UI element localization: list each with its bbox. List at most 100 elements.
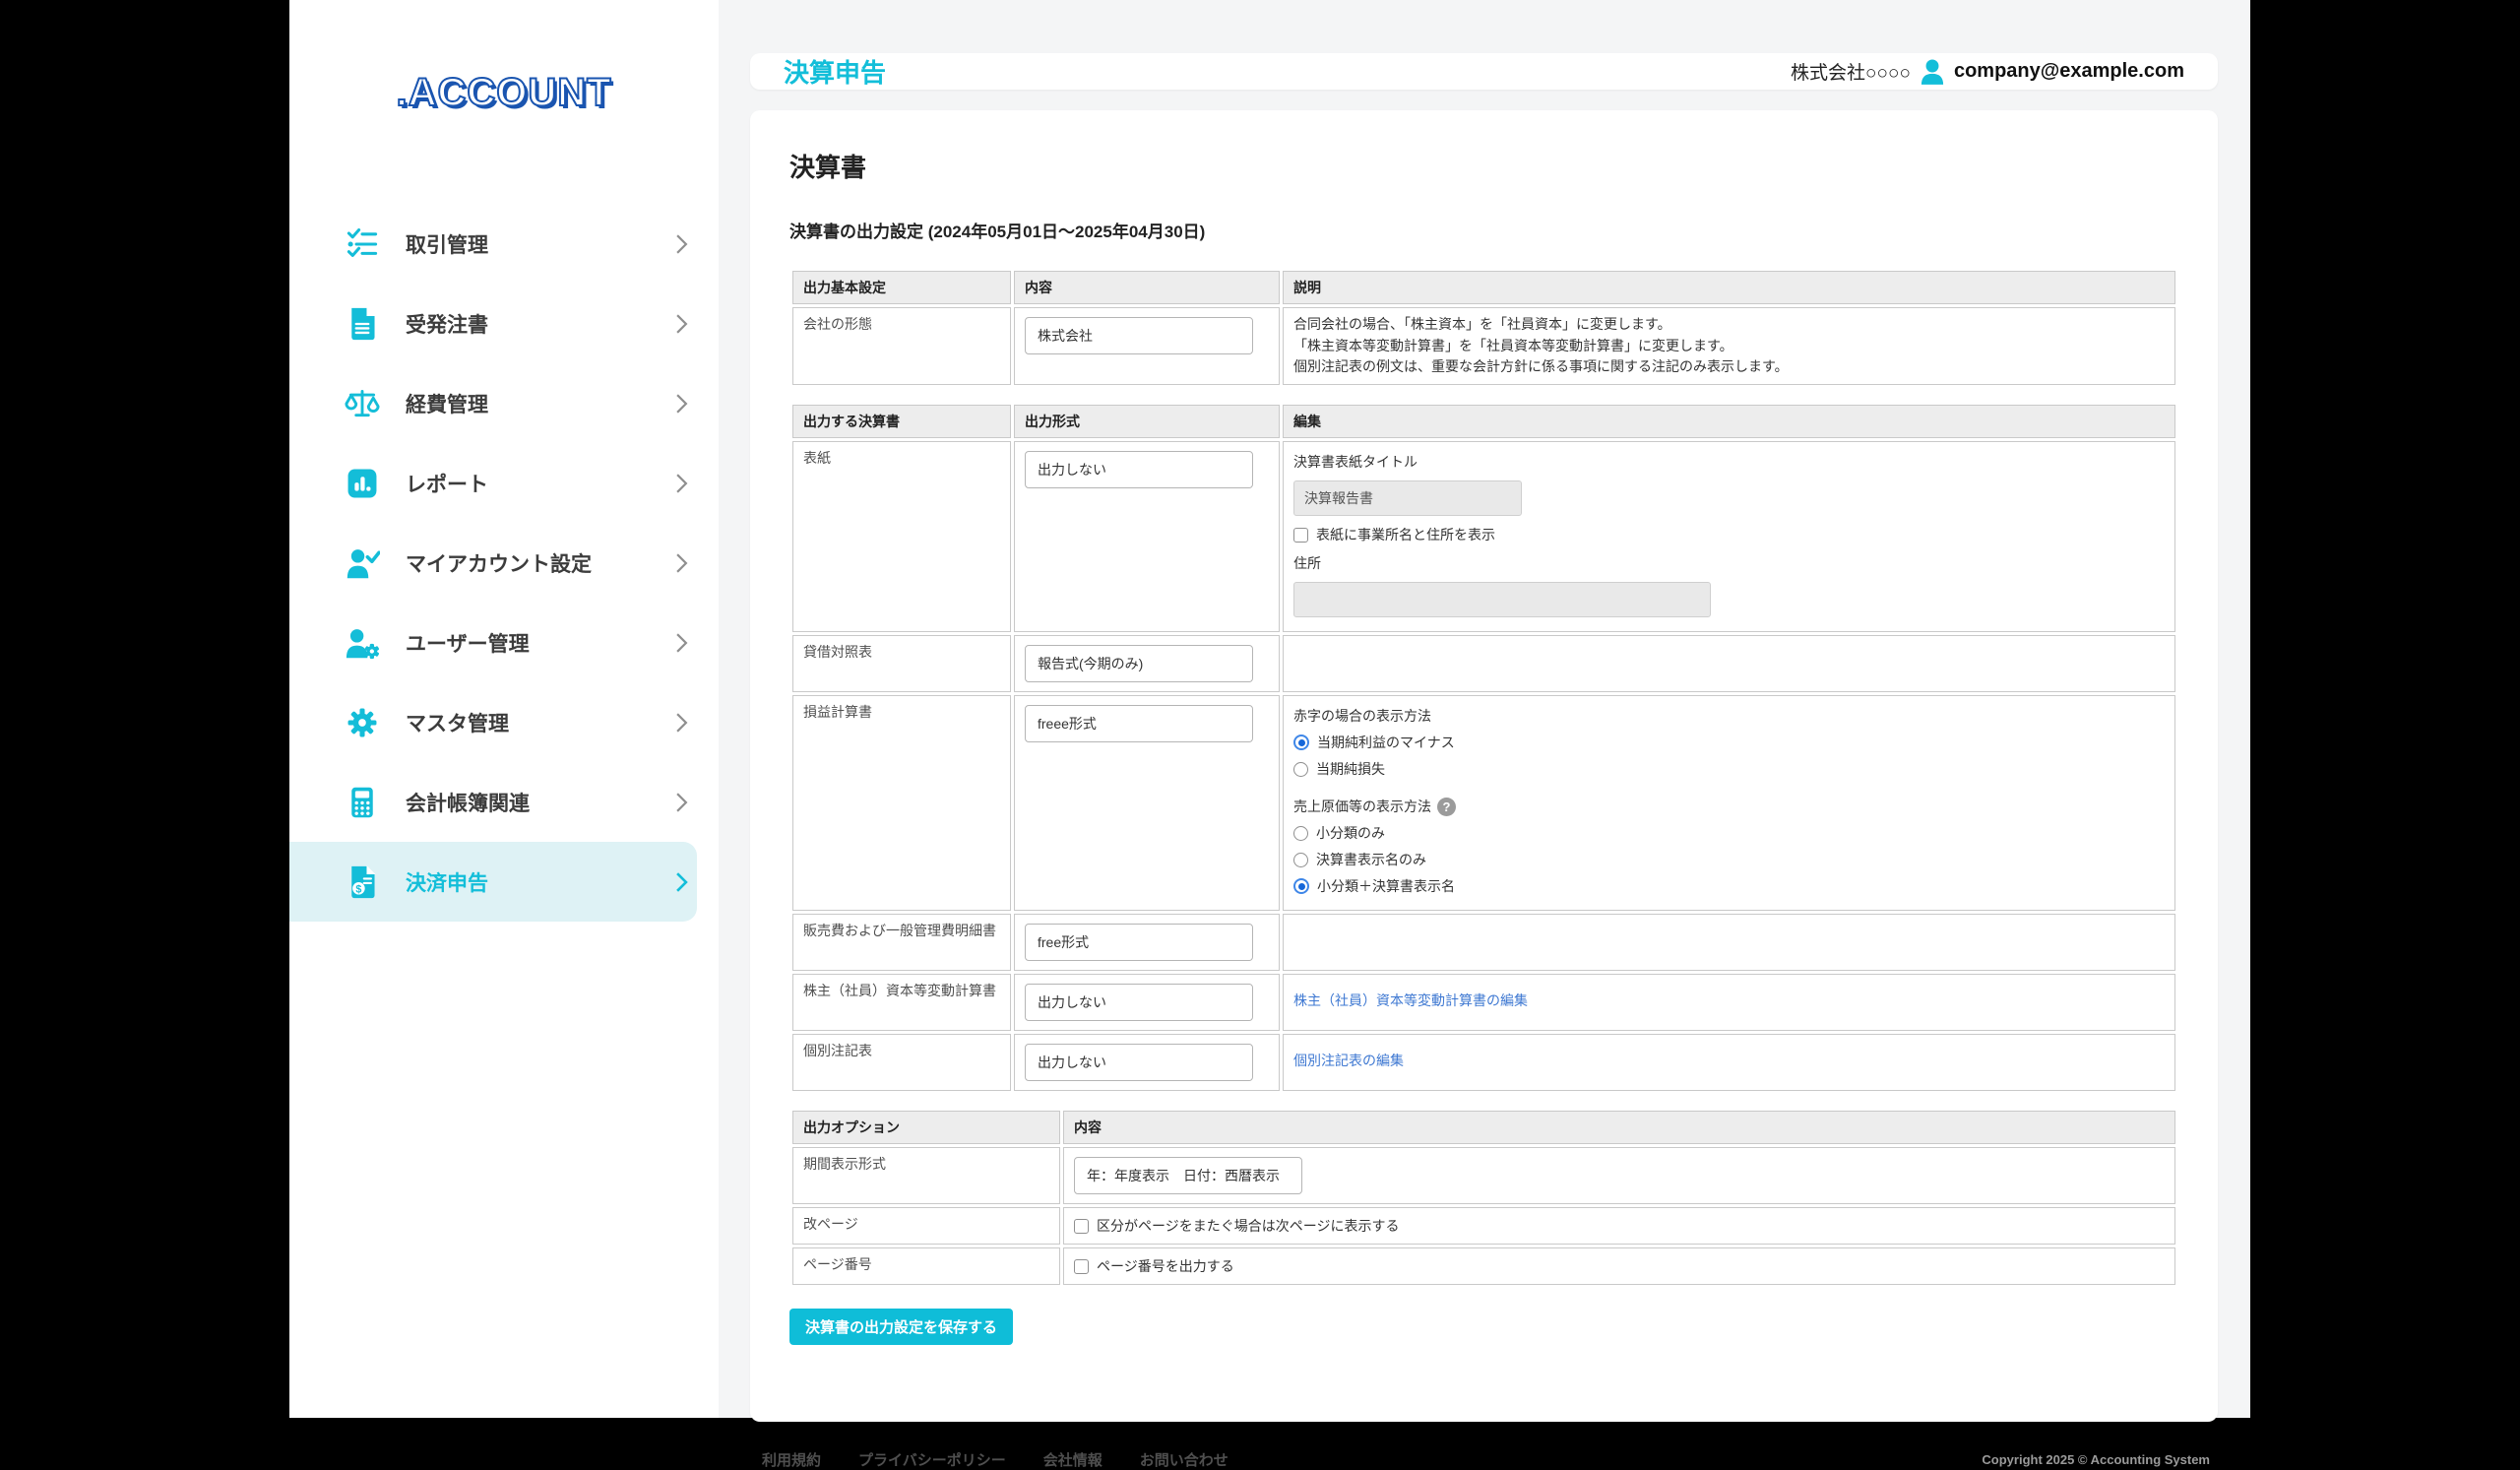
column-header: 編集: [1283, 405, 2175, 438]
table-row-cover: 表紙 出力しない 決算書表紙タイトル 表紙に事業所名と住所を表示: [792, 441, 2175, 632]
row-label: 期間表示形式: [792, 1147, 1060, 1204]
cover-address-input: [1293, 582, 1711, 617]
equity-edit-link[interactable]: 株主（社員）資本等変動計算書の編集: [1293, 992, 1528, 1008]
table-row-page-number: ページ番号 ページ番号を出力する: [792, 1247, 2175, 1285]
row-label: 表紙: [792, 441, 1011, 632]
cover-title-label: 決算書表紙タイトル: [1293, 452, 2165, 472]
sga-format-select[interactable]: free形式: [1025, 924, 1253, 961]
sidebar-item-expenses[interactable]: 経費管理: [289, 363, 719, 443]
page-header: 決算申告 株式会社○○○○ company@example.com: [750, 53, 2218, 90]
row-label: 会社の形態: [792, 307, 1011, 385]
radio-label: 当期純損失: [1316, 759, 1385, 779]
basic-settings-table: 出力基本設定 内容 説明 会社の形態 株式会社 合同会社の場合、「株主資本」を「…: [789, 268, 2178, 388]
checklist-icon: [345, 226, 380, 262]
table-row-notes: 個別注記表 出力しない 個別注記表の編集: [792, 1034, 2175, 1091]
save-settings-button[interactable]: 決算書の出力設定を保存する: [789, 1309, 1013, 1345]
sidebar-item-accounting-books[interactable]: 会計帳簿関連: [289, 762, 719, 842]
chevron-right-icon: [674, 632, 689, 654]
column-header: 内容: [1014, 271, 1280, 304]
company-form-select[interactable]: 株式会社: [1025, 317, 1253, 354]
footer-link-company[interactable]: 会社情報: [1043, 1449, 1102, 1470]
cogs-option-radio-selected[interactable]: [1293, 878, 1309, 894]
checkbox-label: 区分がページをまたぐ場合は次ページに表示する: [1097, 1216, 1399, 1236]
select-value: freee形式: [1038, 714, 1097, 734]
chevron-right-icon: [674, 552, 689, 574]
table-row-sga: 販売費および一般管理費明細書 free形式: [792, 914, 2175, 971]
settings-card: 決算書 決算書の出力設定 (2024年05月01日～2025年04月30日) 出…: [750, 110, 2218, 1422]
page-number-checkbox[interactable]: [1074, 1259, 1089, 1274]
bar-chart-icon: [345, 466, 380, 501]
row-label: 個別注記表: [792, 1034, 1011, 1091]
sidebar: .ACCOUNT 取引管理: [289, 0, 719, 1418]
column-header: 内容: [1063, 1111, 2175, 1144]
sidebar-item-user-management[interactable]: ユーザー管理: [289, 603, 719, 682]
notes-format-select[interactable]: 出力しない: [1025, 1044, 1253, 1081]
row-label: 損益計算書: [792, 695, 1011, 911]
table-row-pl: 損益計算書 freee形式 赤字の場合の表示方法 当期純利益のマイナス: [792, 695, 2175, 911]
gear-icon: [345, 705, 380, 740]
select-value: 出力しない: [1038, 1053, 1106, 1072]
user-icon: [1921, 59, 1944, 85]
chevron-right-icon: [674, 871, 689, 893]
cogs-option-radio[interactable]: [1293, 826, 1308, 841]
row-label: 貸借対照表: [792, 635, 1011, 692]
svg-text:$: $: [355, 883, 361, 895]
account-email: company@example.com: [1954, 60, 2184, 83]
select-value: 出力しない: [1038, 460, 1106, 479]
invoice-icon: $: [345, 864, 380, 900]
chevron-right-icon: [674, 473, 689, 494]
footer-link-privacy[interactable]: プライバシーポリシー: [858, 1449, 1006, 1470]
description-line: 合同会社の場合、「株主資本」を「社員資本」に変更します。: [1293, 314, 2165, 336]
select-value: 報告式(今期のみ): [1038, 654, 1143, 673]
company-name: 株式会社○○○○: [1791, 58, 1911, 85]
app-logo: .ACCOUNT: [289, 71, 719, 115]
equity-format-select[interactable]: 出力しない: [1025, 984, 1253, 1021]
document-icon: [345, 306, 380, 342]
deficit-option-radio-selected[interactable]: [1293, 735, 1309, 750]
footer-link-terms[interactable]: 利用規約: [762, 1449, 821, 1470]
sidebar-item-transactions[interactable]: 取引管理: [289, 204, 719, 284]
table-row-period-format: 期間表示形式 年：年度表示 日付：西暦表示: [792, 1147, 2175, 1204]
checkbox-label: 表紙に事業所名と住所を表示: [1316, 525, 1495, 544]
sidebar-item-reports[interactable]: レポート: [289, 443, 719, 523]
sidebar-item-tax-filing[interactable]: $ 決済申告: [289, 842, 697, 922]
sidebar-item-label: マスタ管理: [406, 708, 649, 737]
column-header: 出力形式: [1014, 405, 1280, 438]
deficit-option-radio[interactable]: [1293, 762, 1308, 777]
table-row-page-break: 改ページ 区分がページをまたぐ場合は次ページに表示する: [792, 1207, 2175, 1245]
sidebar-item-label: 経費管理: [406, 389, 649, 418]
period-format-select[interactable]: 年：年度表示 日付：西暦表示: [1074, 1157, 1302, 1194]
description-line: 「株主資本等変動計算書」を「社員資本等変動計算書」に変更します。: [1293, 336, 2165, 357]
help-icon[interactable]: ?: [1437, 798, 1456, 816]
sidebar-item-master-management[interactable]: マスタ管理: [289, 682, 719, 762]
app-window: .ACCOUNT 取引管理: [289, 0, 2250, 1418]
chevron-right-icon: [674, 792, 689, 813]
calculator-icon: [345, 785, 380, 820]
sidebar-item-my-account[interactable]: マイアカウント設定: [289, 523, 719, 603]
cogs-option-radio[interactable]: [1293, 853, 1308, 867]
column-header: 出力基本設定: [792, 271, 1011, 304]
deficit-display-label: 赤字の場合の表示方法: [1293, 706, 2165, 726]
balance-sheet-format-select[interactable]: 報告式(今期のみ): [1025, 645, 1253, 682]
documents-table: 出力する決算書 出力形式 編集 表紙 出力しない 決算書表紙タイトル: [789, 402, 2178, 1094]
main-column: 決算申告 株式会社○○○○ company@example.com 決算書 決算…: [719, 0, 2250, 1418]
page-title: 決算書: [789, 148, 2178, 184]
sidebar-item-label: マイアカウント設定: [406, 548, 649, 578]
sidebar-item-label: ユーザー管理: [406, 628, 649, 658]
cover-address-checkbox[interactable]: [1293, 528, 1308, 543]
user-check-icon: [345, 545, 380, 581]
notes-edit-link[interactable]: 個別注記表の編集: [1293, 1053, 1404, 1068]
select-value: 出力しない: [1038, 992, 1106, 1012]
sidebar-item-orders[interactable]: 受発注書: [289, 284, 719, 363]
column-header: 出力オプション: [792, 1111, 1060, 1144]
pl-format-select[interactable]: freee形式: [1025, 705, 1253, 742]
page-break-checkbox[interactable]: [1074, 1219, 1089, 1234]
cover-format-select[interactable]: 出力しない: [1025, 451, 1253, 488]
row-label: 株主（社員）資本等変動計算書: [792, 974, 1011, 1031]
checkbox-label: ページ番号を出力する: [1097, 1256, 1234, 1276]
chevron-right-icon: [674, 393, 689, 415]
footer-link-contact[interactable]: お問い合わせ: [1140, 1449, 1228, 1470]
radio-label: 当期純利益のマイナス: [1317, 733, 1455, 752]
chevron-right-icon: [674, 712, 689, 734]
row-label: ページ番号: [792, 1247, 1060, 1285]
